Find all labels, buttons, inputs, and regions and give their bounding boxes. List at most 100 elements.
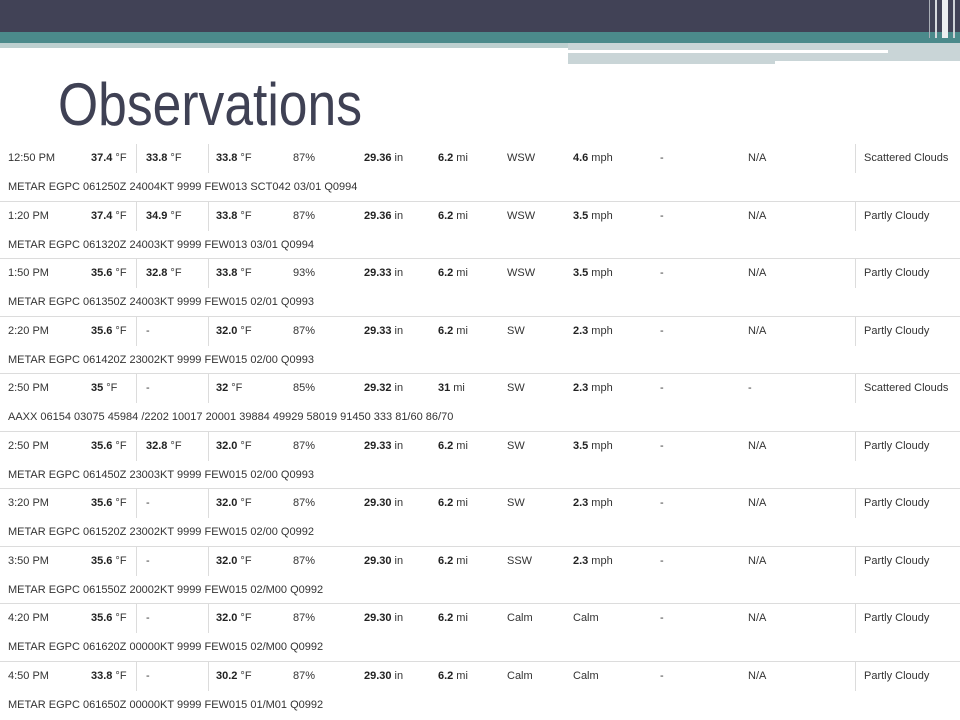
cell-value: 35.6 [91,439,113,452]
cell-unit: mi [456,497,468,509]
cell-value: 3:50 PM [8,554,49,567]
observation-data-row: 4:20 PM 35.6 °F -32.0 °F 87% 29.30 in 6.2 mi Calm C… [0,604,960,633]
cell-value: - [660,439,664,452]
wind-speed-cell: 3.5 mph [573,432,613,461]
gust-speed-cell: - [660,547,664,576]
observation-row: 1:20 PM 37.4 °F 34.9 °F 33.8 °F 87% 29.36 in 6.2 mi… [0,201,960,259]
cell-value: 93% [293,267,316,279]
cell-unit: in [394,382,404,394]
cell-divider [855,604,856,633]
cell-divider [855,316,856,346]
header-white-line [568,50,888,53]
cell-value: WSW [507,209,536,222]
observation-report: METAR EGPC 061450Z 23003KT 9999 FEW015 0… [0,461,960,489]
pressure-cell: 29.32 in [364,374,403,403]
time-cell: 2:20 PM [8,317,49,346]
cell-divider [208,661,209,691]
temperature-cell: 35.6 °F [91,317,127,346]
cell-unit: mi [456,669,468,682]
cell-unit: mph [591,324,613,337]
wind-speed-cell: 2.3 mph [573,547,613,576]
cell-value: - [146,554,150,567]
cell-value: 29.36 [364,152,392,164]
wind-direction-cell: SW [507,432,525,461]
conditions-cell: Scattered Clouds [864,144,948,173]
cell-value: 33.8 [216,152,238,164]
cell-value: 2.3 [573,324,589,337]
cell-unit: °F [170,152,182,164]
visibility-cell: 6.2 mi [438,144,468,173]
cell-value: N/A [748,324,767,337]
pressure-cell: 29.33 in [364,432,403,461]
conditions-cell: Scattered Clouds [864,374,948,403]
gust-speed-cell: - [660,489,664,518]
cell-value: 29.33 [364,267,392,279]
cell-divider [208,489,209,518]
cell-value: 37.4 [91,152,113,164]
wind-speed-cell: 2.3 mph [573,489,613,518]
humidity-cell: 87% [293,144,315,173]
cell-value: 29.30 [364,497,392,509]
slide-title: Observations [58,71,363,138]
wind-direction-cell: Calm [507,662,533,691]
cell-value: 2:50 PM [8,439,49,452]
cell-value: SW [507,382,525,394]
visibility-cell: 6.2 mi [438,432,468,461]
cell-value: Partly Cloudy [864,497,930,509]
humidity-cell: 87% [293,604,315,633]
cell-divider [136,374,137,403]
observation-data-row: 1:50 PM 35.6 °F 32.8 °F 33.8 °F 93% 29.33 in 6.2 mi… [0,259,960,288]
gust-speed-cell: - [660,317,664,346]
cell-unit: °F [240,324,252,337]
cell-value: 35.6 [91,612,113,624]
cell-unit: mph [591,382,613,394]
pressure-cell: 29.30 in [364,547,403,576]
cell-value: 32.0 [216,554,238,567]
cell-unit: °F [115,324,127,337]
cell-unit: °F [240,497,252,509]
dew-point-cell: 33.8 °F [216,259,252,288]
cell-divider [855,489,856,518]
cell-value: - [660,324,664,337]
windchill-cell: - [146,489,150,518]
cell-value: N/A [748,554,767,567]
cell-value: 6.2 [438,554,454,567]
cell-unit: mi [453,382,465,394]
gust-speed-cell: - [660,374,664,403]
cell-value: - [660,382,664,394]
time-cell: 4:50 PM [8,662,49,691]
time-cell: 1:50 PM [8,259,49,288]
cell-divider [136,144,137,173]
cell-value: - [660,209,664,222]
humidity-cell: 87% [293,489,315,518]
cell-value: 32.8 [146,439,168,452]
temperature-cell: 35.6 °F [91,547,127,576]
cell-value: 30.2 [216,669,238,682]
cell-unit: in [394,439,404,452]
cell-unit: mph [591,439,613,452]
cell-value: 2.3 [573,554,589,567]
cell-value: - [146,612,150,624]
cell-divider [208,604,209,633]
cell-value: 33.8 [91,669,113,682]
wind-speed-cell: Calm [573,604,599,633]
header-accent-band [0,32,960,43]
cell-unit: in [394,324,404,337]
visibility-cell: 6.2 mi [438,317,468,346]
observation-row: 12:50 PM 37.4 °F 33.8 °F 33.8 °F 87% 29.36 in 6.2 m… [0,144,960,202]
cell-value: 4.6 [573,152,589,164]
gust-speed-cell: - [660,202,664,231]
cell-unit: °F [106,382,118,394]
cell-value: N/A [748,152,767,164]
cell-value: 29.30 [364,669,392,682]
observation-report: METAR EGPC 061650Z 00000KT 9999 FEW015 0… [8,698,324,711]
cell-value: 2.3 [573,382,589,394]
cell-value: 12:50 PM [8,152,56,164]
gust-speed-cell: - [660,604,664,633]
cell-value: N/A [748,669,767,682]
pressure-cell: 29.33 in [364,259,403,288]
cell-divider [136,201,137,231]
cell-unit: mi [456,439,468,452]
cell-value: Calm [573,669,599,682]
cell-value: 31 [438,382,451,394]
